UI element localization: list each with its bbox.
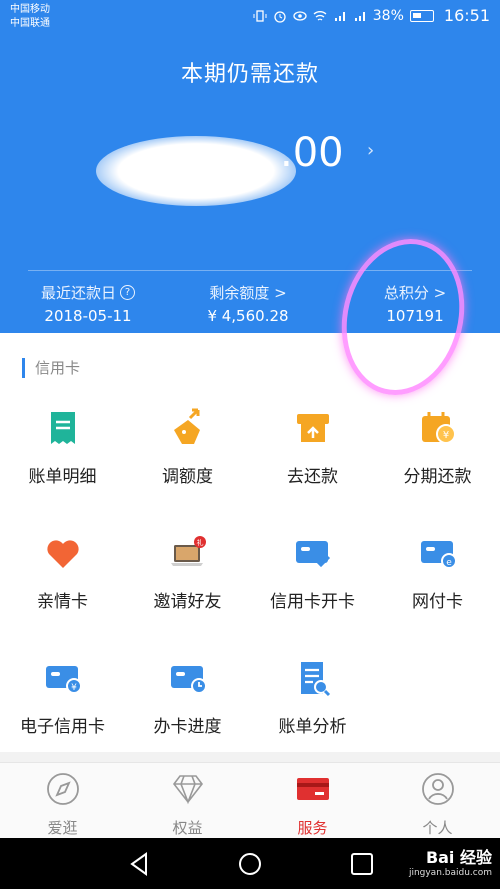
carrier-2: 中国联通 — [10, 18, 50, 29]
compass-icon — [46, 773, 79, 805]
baidu-jingyan-watermark: Bai 经验 jingyan.baidu.com — [409, 844, 492, 878]
redacted-amount-blob — [96, 136, 296, 206]
service-label: 调额度 — [162, 467, 213, 487]
service-family-card[interactable]: 亲情卡 — [0, 533, 125, 612]
adjust-limit-icon — [173, 408, 200, 444]
repayment-amount[interactable]: .00 › — [90, 126, 390, 216]
stat-label: 最近还款日 — [40, 284, 116, 302]
service-label: 分期还款 — [403, 467, 472, 487]
stat-value: 107191 — [386, 307, 444, 325]
page-title: 本期仍需还款 — [180, 62, 319, 87]
section-accent-bar — [22, 357, 25, 378]
stat-value: 2018-05-11 — [44, 307, 132, 325]
chevron-right-icon: › — [367, 140, 375, 161]
tab-explore[interactable]: 爱逛 — [0, 771, 125, 838]
section-title: 信用卡 — [35, 359, 81, 377]
web-pay-card-icon: e — [420, 541, 457, 569]
carrier-1: 中国移动 — [10, 4, 50, 15]
stat-label: 剩余额度 > — [209, 284, 287, 302]
heart-icon — [46, 540, 79, 568]
watermark-brand: Bai 经验 — [425, 848, 492, 867]
section-separator — [0, 752, 500, 762]
service-label: 电子信用卡 — [20, 717, 105, 737]
service-card-activation[interactable]: 信用卡开卡 — [250, 533, 375, 612]
section-header: 信用卡 — [22, 357, 80, 378]
repay-icon — [296, 414, 329, 442]
eye-icon — [293, 10, 307, 21]
clock: 16:51 — [443, 6, 490, 25]
service-label: 网付卡 — [412, 592, 463, 612]
service-label: 亲情卡 — [37, 592, 88, 612]
system-nav-bar: Bai 经验 jingyan.baidu.com — [0, 838, 500, 889]
service-label: 去还款 — [287, 467, 338, 487]
card-progress-icon — [170, 666, 207, 694]
watermark-url: jingyan.baidu.com — [408, 868, 492, 878]
recents-square-icon[interactable] — [348, 850, 376, 878]
installment-icon: ¥ — [421, 412, 456, 444]
person-icon — [421, 773, 454, 805]
battery-percent: 38% — [372, 7, 404, 24]
tab-personal[interactable]: 个人 — [375, 771, 500, 838]
service-label: 邀请好友 — [153, 592, 222, 612]
service-card-progress[interactable]: 办卡进度 — [125, 658, 250, 737]
tab-label: 爱逛 — [47, 819, 78, 837]
wifi-icon — [313, 10, 327, 21]
diamond-icon — [172, 775, 203, 805]
tab-label: 权益 — [172, 819, 203, 837]
carrier-info: 中国移动 中国联通 — [10, 3, 50, 31]
service-repay[interactable]: 去还款 — [250, 408, 375, 487]
bill-detail-icon — [50, 412, 75, 444]
service-label: 账单明细 — [28, 467, 97, 487]
alarm-icon — [274, 10, 286, 23]
service-e-credit-card[interactable]: ¥ 电子信用卡 — [0, 658, 125, 737]
back-triangle-icon[interactable] — [126, 850, 154, 878]
tab-label: 服务 — [297, 819, 328, 837]
signal-4g-icon — [354, 11, 365, 21]
signal-icon — [334, 11, 345, 21]
tab-services[interactable]: 服务 — [250, 771, 375, 838]
service-installment[interactable]: ¥ 分期还款 — [375, 408, 500, 487]
stat-due-date[interactable]: 最近还款日? 2018-05-11 — [28, 282, 148, 325]
stat-label: 总积分 > — [383, 284, 447, 302]
card-activate-icon — [295, 541, 330, 568]
status-icons: 38% 16:51 — [253, 6, 490, 25]
service-bill-detail[interactable]: 账单明细 — [0, 408, 125, 487]
svg-text:e: e — [446, 558, 452, 568]
repayment-hero: 本期仍需还款 .00 › 最近还款日? 2018-05-11 剩余额度 > ¥ … — [0, 36, 500, 333]
tab-label: 个人 — [422, 819, 453, 837]
tab-benefits[interactable]: 权益 — [125, 771, 250, 838]
service-adjust-limit[interactable]: 调额度 — [125, 408, 250, 487]
status-bar: 中国移动 中国联通 38% 16:51 — [0, 0, 500, 36]
service-invite-friends[interactable]: 礼 邀请好友 — [125, 533, 250, 612]
service-label: 账单分析 — [278, 717, 347, 737]
stat-remaining-limit[interactable]: 剩余额度 > ¥ 4,560.28 — [188, 282, 308, 325]
home-circle-icon[interactable] — [236, 850, 264, 878]
service-label: 办卡进度 — [153, 717, 222, 737]
stat-total-points[interactable]: 总积分 > 107191 — [355, 282, 475, 325]
e-card-icon: ¥ — [45, 666, 82, 694]
service-web-pay-card[interactable]: e 网付卡 — [375, 533, 500, 612]
battery-icon — [409, 9, 434, 22]
stat-value: ¥ 4,560.28 — [207, 307, 289, 325]
divider — [28, 270, 472, 271]
bill-analysis-icon — [300, 662, 330, 697]
svg-text:¥: ¥ — [442, 430, 448, 441]
svg-text:¥: ¥ — [71, 683, 77, 693]
amount-text: .00 — [280, 130, 344, 176]
card-service-icon — [296, 778, 329, 800]
service-bill-analysis[interactable]: 账单分析 — [250, 658, 375, 737]
bottom-tab-bar: 爱逛 权益 服务 个人 — [0, 762, 500, 838]
invite-laptop-icon: 礼 — [170, 536, 206, 566]
help-icon[interactable]: ? — [120, 285, 135, 300]
service-label: 信用卡开卡 — [270, 592, 355, 612]
svg-text:礼: 礼 — [196, 538, 203, 547]
vibrate-icon — [253, 9, 267, 22]
